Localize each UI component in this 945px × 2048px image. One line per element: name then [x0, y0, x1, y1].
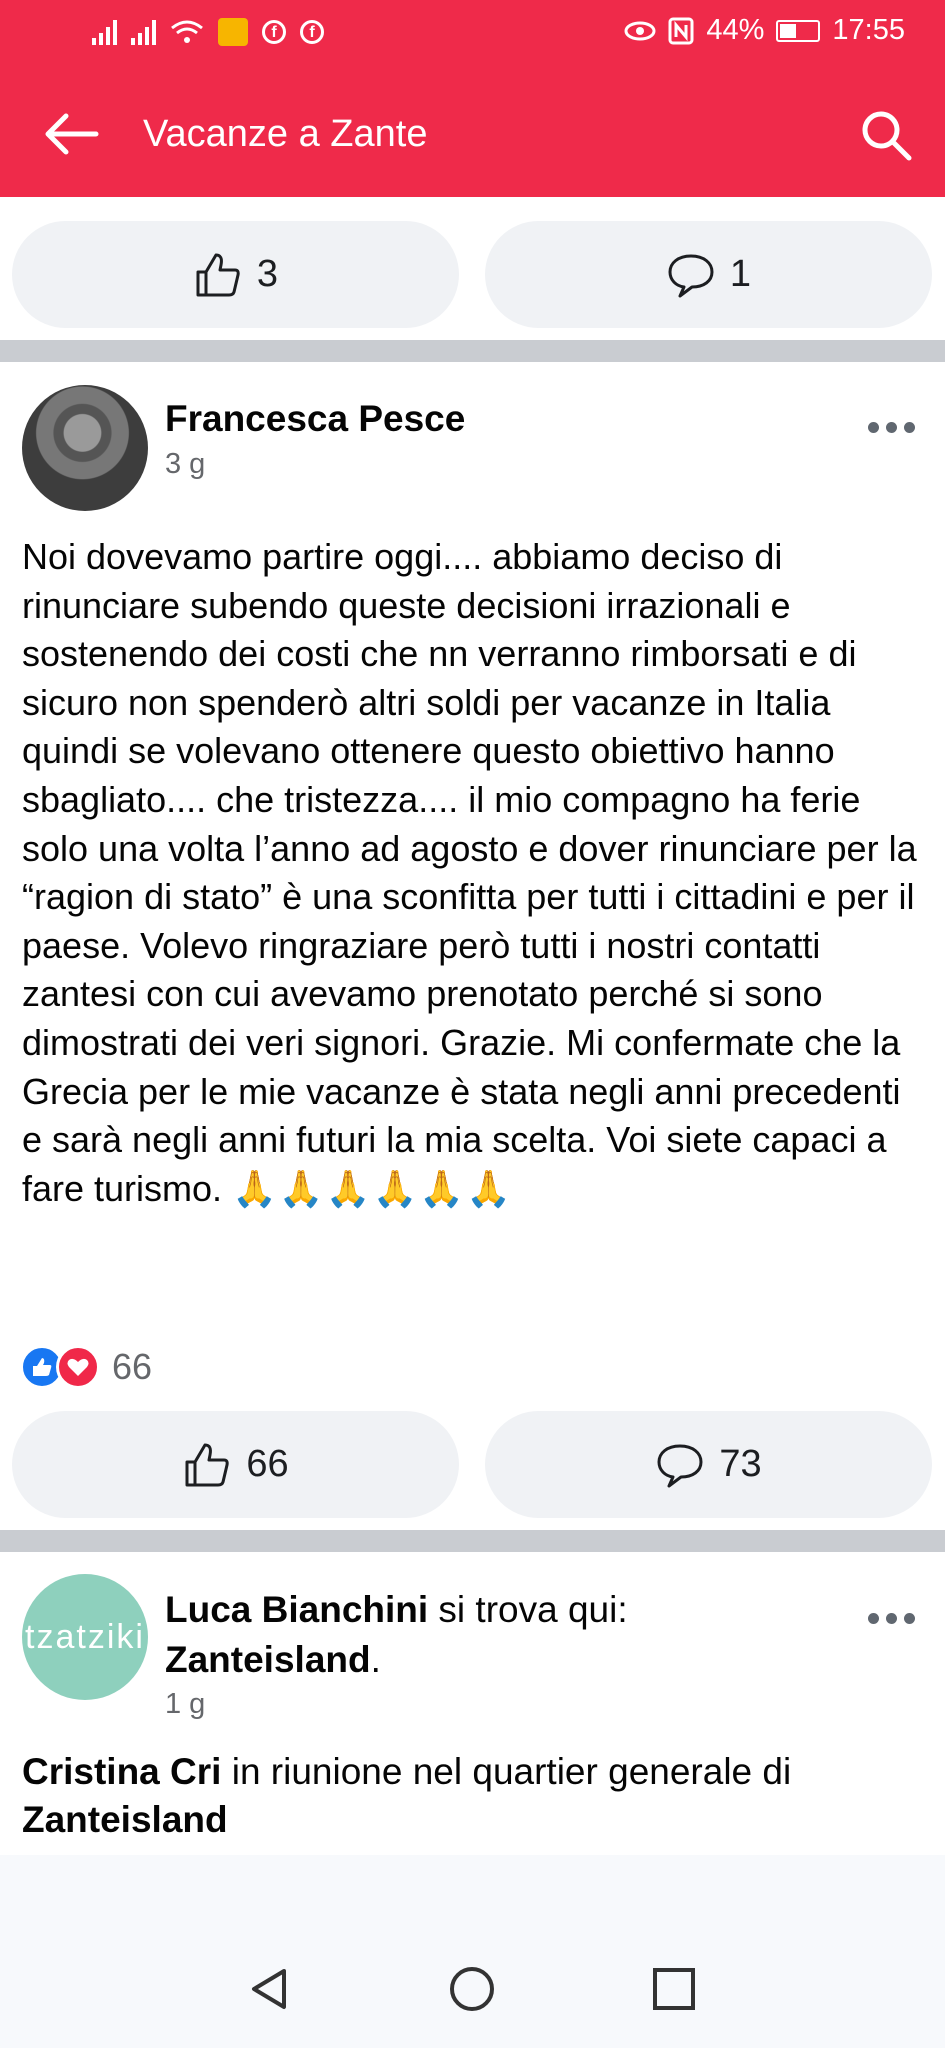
post-divider	[0, 1530, 945, 1552]
checkin-text: si trova qui:	[428, 1589, 628, 1630]
group-title: Vacanze a Zante	[143, 113, 428, 155]
clock: 17:55	[832, 14, 905, 46]
post-text: Noi dovevamo partire oggi.... abbiamo de…	[22, 536, 917, 1209]
notification-app-icon	[218, 18, 248, 46]
mentioned-user[interactable]: Cristina Cri	[22, 1751, 221, 1792]
thumbs-up-icon	[185, 1443, 230, 1486]
nav-back-icon[interactable]	[246, 1965, 294, 2013]
reaction-summary[interactable]: 66	[20, 1345, 152, 1389]
prev-post-actions: 3 1	[12, 221, 932, 328]
post-body: Noi dovevamo partire oggi.... abbiamo de…	[22, 533, 927, 1213]
avatar[interactable]	[22, 385, 148, 511]
comment-button[interactable]: 73	[485, 1411, 932, 1518]
post-time[interactable]: 3 g	[165, 448, 205, 481]
post-time[interactable]: 1 g	[165, 1688, 205, 1721]
system-nav-bar	[0, 1855, 945, 2048]
battery-percent: 44%	[706, 14, 765, 46]
checkin-suffix: .	[370, 1639, 381, 1680]
eye-comfort-icon	[624, 21, 656, 40]
place-link[interactable]: Zanteisland	[22, 1799, 228, 1840]
post-actions: 66 73	[12, 1411, 932, 1518]
status-left-icons: f f	[92, 18, 324, 46]
reaction-count: 66	[112, 1346, 153, 1387]
facebook-icon: f	[262, 20, 286, 44]
wifi-icon	[171, 20, 203, 43]
facebook-icon-2: f	[300, 20, 324, 44]
avatar-logo-text: tzatziki	[25, 1618, 145, 1656]
status-bar: f f 44% 17:55	[0, 0, 945, 70]
signal-icon-2	[131, 19, 156, 45]
comment-count: 1	[729, 253, 752, 295]
nav-home-icon[interactable]	[448, 1965, 496, 2013]
status-right-icons: 44% 17:55	[624, 14, 905, 47]
comment-count: 73	[719, 1443, 762, 1485]
more-options-button[interactable]	[868, 1613, 915, 1624]
place-link[interactable]: Zanteisland	[165, 1639, 371, 1680]
nfc-icon	[668, 17, 694, 44]
comment-icon	[657, 1444, 703, 1487]
search-icon[interactable]	[859, 108, 913, 162]
like-count: 66	[246, 1443, 289, 1485]
post-author[interactable]: Francesca Pesce	[165, 398, 465, 440]
nav-recents-icon[interactable]	[650, 1965, 698, 2013]
app-bar: Vacanze a Zante	[0, 90, 945, 180]
like-button[interactable]: 66	[12, 1411, 459, 1518]
post-text: in riunione nel quartier generale di	[221, 1751, 792, 1792]
like-count: 3	[256, 253, 279, 295]
comment-icon	[668, 254, 714, 297]
avatar[interactable]: tzatziki	[22, 1574, 148, 1700]
checkin-header: Luca Bianchini si trova qui: Zanteisland…	[165, 1585, 725, 1685]
post-body: Cristina Cri in riunione nel quartier ge…	[22, 1748, 922, 1844]
pray-emoji: 🙏🙏🙏🙏🙏🙏	[232, 1167, 514, 1209]
post-divider	[0, 340, 945, 362]
love-reaction-icon	[56, 1345, 100, 1389]
top-app-bar: f f 44% 17:55 Vacanze a Zante	[0, 0, 945, 197]
thumbs-up-icon	[196, 253, 240, 296]
more-options-button[interactable]	[868, 422, 915, 433]
comment-button[interactable]: 1	[485, 221, 932, 328]
battery-icon	[776, 19, 821, 42]
back-arrow-icon[interactable]	[40, 110, 100, 158]
like-button[interactable]: 3	[12, 221, 459, 328]
signal-icon	[92, 19, 117, 45]
post-author[interactable]: Luca Bianchini	[165, 1589, 428, 1630]
